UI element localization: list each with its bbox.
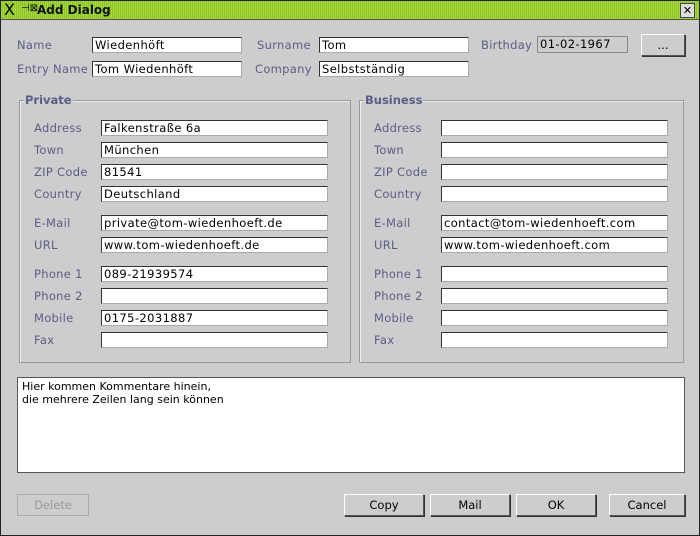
- close-icon[interactable]: ✕: [680, 3, 695, 18]
- business-phone-1-input[interactable]: [441, 266, 668, 282]
- business-country-label: Country: [374, 187, 422, 201]
- business-e-mail-label: E-Mail: [374, 216, 411, 230]
- company-label: Company: [255, 62, 312, 76]
- app-x-icon: X: [4, 0, 15, 19]
- name-label: Name: [17, 38, 53, 52]
- business-e-mail-input[interactable]: contact@tom-wiedenhoeft.com: [441, 215, 668, 231]
- private-zip-code-label: ZIP Code: [34, 165, 88, 179]
- private-town-input[interactable]: München: [101, 142, 328, 158]
- business-url-input[interactable]: www.tom-wiedenhoeft.com: [441, 237, 668, 253]
- birthday-label: Birthday: [481, 38, 533, 52]
- private-url-label: URL: [34, 238, 58, 252]
- delete-button: Delete: [17, 494, 89, 516]
- private-mobile-input[interactable]: 0175-2031887: [101, 310, 328, 326]
- ok-button[interactable]: OK: [516, 494, 596, 516]
- surname-label: Surname: [257, 38, 311, 52]
- add-dialog-window: X ⊣⊠ Add Dialog ✕ Name Wiedenhöft Surnam…: [0, 0, 700, 536]
- business-group-title: Business: [364, 93, 424, 107]
- private-mobile-label: Mobile: [34, 311, 74, 325]
- private-phone-2-input[interactable]: [101, 288, 328, 304]
- mail-button[interactable]: Mail: [430, 494, 510, 516]
- private-phone-1-label: Phone 1: [34, 267, 83, 281]
- title-bar[interactable]: X ⊣⊠ Add Dialog ✕: [1, 0, 699, 20]
- business-mobile-label: Mobile: [374, 311, 414, 325]
- private-address-label: Address: [34, 121, 82, 135]
- private-phone-1-input[interactable]: 089-21939574: [101, 266, 328, 282]
- private-country-input[interactable]: Deutschland: [101, 186, 328, 202]
- private-zip-code-input[interactable]: 81541: [101, 164, 328, 180]
- business-mobile-input[interactable]: [441, 310, 668, 326]
- private-town-label: Town: [34, 143, 65, 157]
- private-fax-input[interactable]: [101, 332, 328, 348]
- cancel-button[interactable]: Cancel: [609, 494, 685, 516]
- private-url-input[interactable]: www.tom-wiedenhoeft.de: [101, 237, 328, 253]
- delete-label: Delete: [34, 498, 72, 512]
- business-address-label: Address: [374, 121, 422, 135]
- business-address-input[interactable]: [441, 120, 668, 136]
- business-town-label: Town: [374, 143, 405, 157]
- private-e-mail-label: E-Mail: [34, 216, 71, 230]
- business-phone-2-label: Phone 2: [374, 289, 423, 303]
- comments-textarea[interactable]: Hier kommen Kommentare hinein, die mehre…: [17, 377, 685, 473]
- surname-input[interactable]: Tom: [319, 37, 469, 53]
- business-url-label: URL: [374, 238, 398, 252]
- business-zip-code-label: ZIP Code: [374, 165, 428, 179]
- business-country-input[interactable]: [441, 186, 668, 202]
- private-fax-label: Fax: [34, 333, 55, 347]
- business-fax-label: Fax: [374, 333, 395, 347]
- private-address-input[interactable]: Falkenstraße 6a: [101, 120, 328, 136]
- copy-button[interactable]: Copy: [344, 494, 424, 516]
- entry-name-label: Entry Name: [17, 62, 89, 76]
- name-input[interactable]: Wiedenhöft: [92, 37, 242, 53]
- private-e-mail-input[interactable]: private@tom-wiedenhoeft.de: [101, 215, 328, 231]
- entry-name-input[interactable]: Tom Wiedenhöft: [92, 61, 242, 77]
- window-title: Add Dialog: [37, 3, 111, 17]
- business-phone-2-input[interactable]: [441, 288, 668, 304]
- private-group-title: Private: [24, 93, 73, 107]
- business-fax-input[interactable]: [441, 332, 668, 348]
- company-input[interactable]: Selbstständig: [319, 61, 469, 77]
- business-phone-1-label: Phone 1: [374, 267, 423, 281]
- business-town-input[interactable]: [441, 142, 668, 158]
- birthday-field: 01-02-1967: [537, 36, 628, 53]
- private-country-label: Country: [34, 187, 82, 201]
- pin-icon[interactable]: ⊣⊠: [21, 3, 38, 14]
- private-phone-2-label: Phone 2: [34, 289, 83, 303]
- business-zip-code-input[interactable]: [441, 164, 668, 180]
- date-picker-button[interactable]: ...: [641, 34, 685, 56]
